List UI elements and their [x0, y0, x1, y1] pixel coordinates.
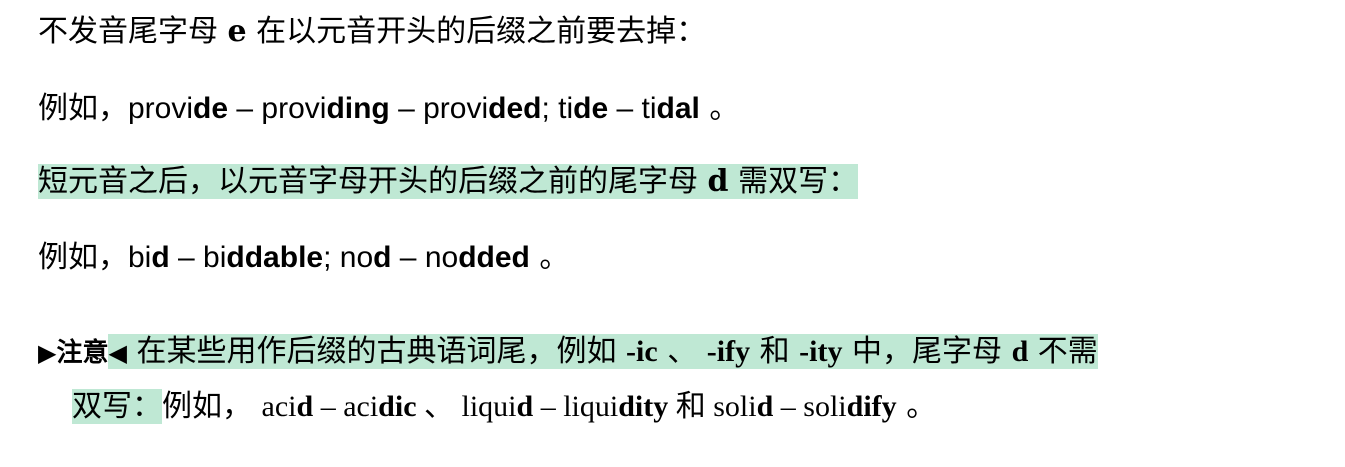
rule-silent-e: 不发音尾字母 e 在以元音开头的后缀之前要去掉：	[38, 10, 706, 54]
example-prefix: 例如，	[38, 91, 128, 126]
note-left-triangle-icon: ▶	[38, 339, 57, 367]
highlighted-note-end: 双写：	[72, 389, 162, 424]
rule-text: 不发音尾字母	[38, 14, 228, 49]
example-words: acid – acidic 、 liquid – liquidity 和 sol…	[261, 390, 897, 423]
highlighted-note: ◀ 在某些用作后缀的古典语词尾，例如 -ic 、 -ify 和 -ity 中，尾…	[108, 334, 1098, 369]
example-bid: 例如，bid – biddable; nod – nodded 。	[38, 236, 569, 280]
rule-double-d: 短元音之后，以元音字母开头的后缀之前的尾字母 d 需双写：	[38, 160, 859, 204]
period: 。	[896, 389, 937, 424]
example-prefix: 例如，	[162, 389, 262, 424]
note-right-triangle-icon: ◀	[108, 339, 127, 367]
period: 。	[699, 91, 740, 126]
highlighted-rule: 短元音之后，以元音字母开头的后缀之前的尾字母 d 需双写：	[38, 164, 859, 199]
example-provide: 例如，provide – providing – provided; tide …	[38, 87, 739, 131]
note-label: 注意	[56, 338, 109, 368]
rule-text: 在以元音开头的后缀之前要去掉：	[246, 14, 707, 49]
note-line-1: ▶注意◀ 在某些用作后缀的古典语词尾，例如 -ic 、 -ify 和 -ity …	[38, 330, 1098, 375]
period: 。	[529, 240, 570, 275]
letter-e: e	[227, 14, 247, 49]
example-words: provide – providing – provided; tide – t…	[128, 92, 700, 125]
example-words: bid – biddable; nod – nodded	[128, 241, 530, 274]
note-line-2: 双写：例如， acid – acidic 、 liquid – liquidit…	[72, 385, 936, 429]
example-prefix: 例如，	[38, 240, 128, 275]
